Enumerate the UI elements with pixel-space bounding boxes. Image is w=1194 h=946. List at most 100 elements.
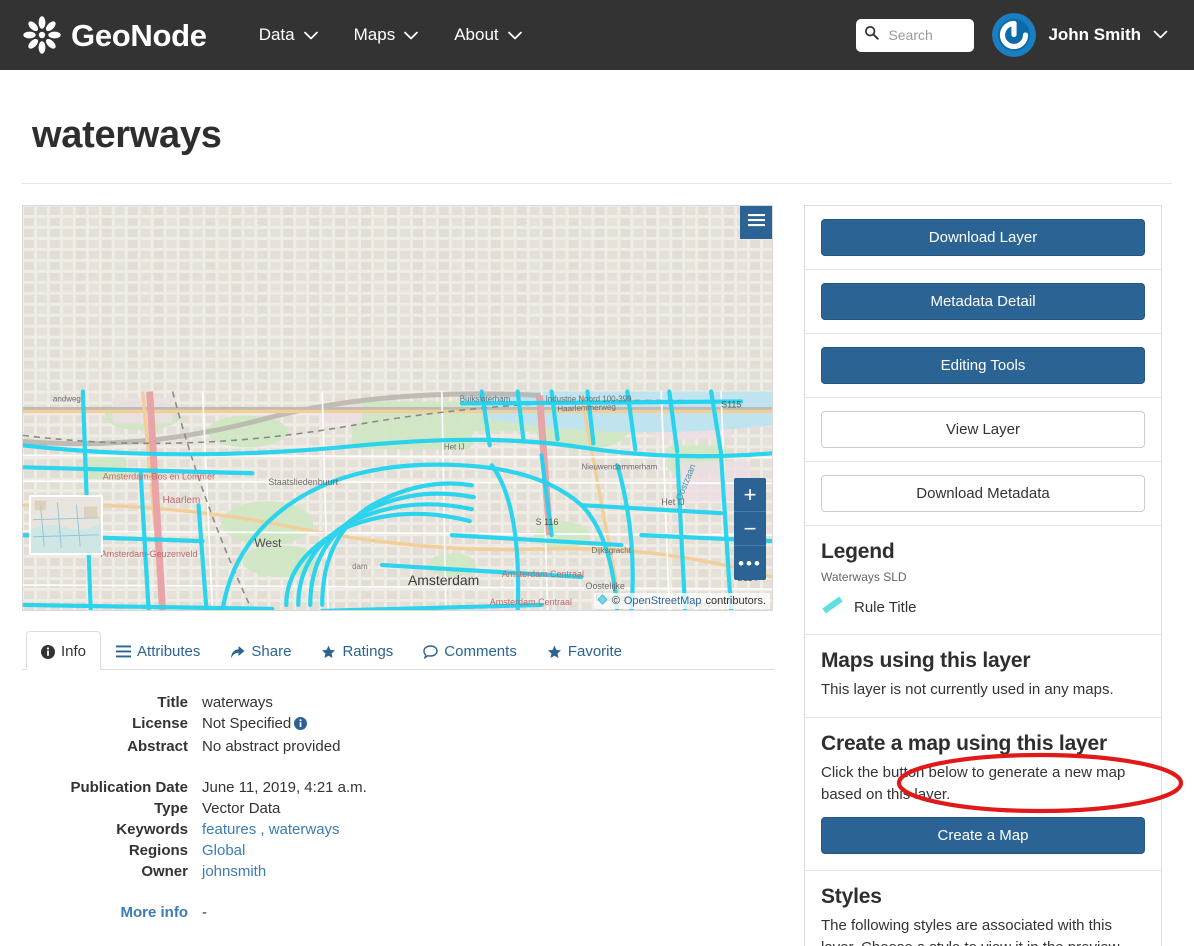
chevron-down-icon xyxy=(404,25,419,45)
legend-rule-label: Rule Title xyxy=(854,598,917,616)
sidebar-panel: Download Layer Metadata Detail Editing T… xyxy=(804,205,1162,946)
table-row: Keywords features , waterways xyxy=(22,819,367,840)
download-layer-block: Download Layer xyxy=(805,206,1161,270)
table-row: More info - xyxy=(22,902,367,923)
map-zoom-controls: + − ••• xyxy=(734,478,766,580)
zoom-out-button[interactable]: − xyxy=(734,512,766,546)
chevron-down-icon xyxy=(303,25,318,45)
share-icon xyxy=(230,645,245,659)
legend-rule-row: Rule Title xyxy=(821,596,1145,618)
svg-text:Amsterdam Centraal: Amsterdam Centraal xyxy=(502,569,584,579)
map-preview[interactable]: andweg Buiksloterham Industrie Noord 100… xyxy=(22,205,773,611)
info-value: No abstract provided xyxy=(202,738,341,755)
svg-text:Industrie Noord 100-399: Industrie Noord 100-399 xyxy=(546,394,633,403)
tab-comments[interactable]: Comments xyxy=(408,631,532,670)
user-avatar-icon xyxy=(992,13,1037,57)
spacer-row xyxy=(22,757,367,777)
maps-using-section: Maps using this layer This layer is not … xyxy=(805,635,1161,718)
svg-text:West: West xyxy=(254,536,282,550)
map-menu-button[interactable] xyxy=(740,206,772,239)
tab-favorite[interactable]: Favorite xyxy=(532,631,637,670)
content-row: andweg Buiksloterham Industrie Noord 100… xyxy=(22,184,1172,946)
maps-using-title: Maps using this layer xyxy=(821,649,1031,672)
nav-item-maps[interactable]: Maps xyxy=(336,15,437,55)
info-label: Keywords xyxy=(116,821,188,838)
svg-text:andweg: andweg xyxy=(53,394,81,403)
legend-subtitle: Waterways SLD xyxy=(821,570,907,584)
table-row: Regions Global xyxy=(22,840,367,861)
tab-attributes[interactable]: Attributes xyxy=(101,631,215,670)
info-value: Vector Data xyxy=(202,800,281,817)
nav-item-data[interactable]: Data xyxy=(241,15,336,55)
user-name-label: John Smith xyxy=(1048,25,1141,44)
tab-info[interactable]: Info xyxy=(26,631,102,670)
tab-ratings[interactable]: Ratings xyxy=(306,631,408,670)
tab-share[interactable]: Share xyxy=(215,631,306,670)
brand-logo-link[interactable]: GeoNode xyxy=(22,15,207,55)
table-row: Type Vector Data xyxy=(22,798,367,819)
tab-label: Comments xyxy=(444,643,517,660)
map-overview-inset[interactable] xyxy=(29,495,103,555)
map-more-options-button[interactable]: ••• xyxy=(734,546,766,580)
legend-section: Legend Waterways SLD Rule Title xyxy=(805,526,1161,635)
download-layer-button[interactable]: Download Layer xyxy=(821,219,1145,256)
user-menu[interactable]: John Smith xyxy=(992,13,1174,57)
more-info-toggle[interactable]: More info xyxy=(22,902,202,923)
tab-label: Info xyxy=(61,643,87,660)
page-container: waterways andweg Buiksloterham Industrie… xyxy=(0,114,1194,946)
nav-item-label: Maps xyxy=(353,25,396,44)
overview-thumbnail xyxy=(31,497,101,553)
attribution-suffix: contributors. xyxy=(705,595,766,607)
info-value-regions[interactable]: Global xyxy=(202,840,367,861)
info-label: Owner xyxy=(141,863,188,880)
openstreetmap-link[interactable]: OpenStreetMap xyxy=(624,595,702,607)
tab-label: Share xyxy=(251,643,292,660)
star-icon xyxy=(547,645,562,659)
table-row: Abstract No abstract provided xyxy=(22,736,367,757)
download-metadata-button[interactable]: Download Metadata xyxy=(821,475,1145,512)
metadata-detail-button[interactable]: Metadata Detail xyxy=(821,283,1145,320)
license-info-icon[interactable] xyxy=(294,717,308,734)
table-row: Publication Date June 11, 2019, 4:21 a.m… xyxy=(22,777,367,798)
table-row: Title waterways xyxy=(22,692,367,713)
svg-text:dam: dam xyxy=(352,562,368,571)
svg-text:Oostelijke: Oostelijke xyxy=(585,581,624,591)
license-text: Not Specified xyxy=(202,715,292,732)
view-layer-button[interactable]: View Layer xyxy=(821,411,1145,448)
svg-text:Amsterdam-Bos en Lommer: Amsterdam-Bos en Lommer xyxy=(103,471,215,481)
styles-text: The following styles are associated with… xyxy=(821,917,1119,946)
svg-text:Staatsliedenbuurt: Staatsliedenbuurt xyxy=(268,477,338,487)
styles-title: Styles xyxy=(821,885,882,909)
svg-text:Haarlem: Haarlem xyxy=(163,495,201,506)
right-sidebar: Download Layer Metadata Detail Editing T… xyxy=(804,205,1162,946)
geonode-flower-logo-icon xyxy=(22,15,62,55)
info-value: waterways xyxy=(202,694,273,711)
info-label: License xyxy=(132,715,188,732)
info-label: Title xyxy=(157,694,188,711)
nav-item-label: About xyxy=(454,25,499,44)
line-swatch-icon xyxy=(821,596,845,618)
list-icon xyxy=(116,645,132,658)
svg-text:Amsterdam-Geuzenveld: Amsterdam-Geuzenveld xyxy=(101,549,198,559)
info-value-keywords[interactable]: features , waterways xyxy=(202,819,367,840)
editing-tools-button[interactable]: Editing Tools xyxy=(821,347,1145,384)
info-value-owner[interactable]: johnsmith xyxy=(202,861,367,882)
chevron-down-icon xyxy=(1153,26,1168,44)
create-a-map-button[interactable]: Create a Map xyxy=(821,817,1145,855)
nav-item-label: Data xyxy=(258,25,295,44)
svg-text:Dijksgracht: Dijksgracht xyxy=(591,546,631,555)
info-label: Publication Date xyxy=(70,779,188,796)
create-map-text: Click the button below to generate a new… xyxy=(821,763,1126,803)
info-value-license: Not Specified xyxy=(202,713,367,736)
search-box[interactable] xyxy=(856,18,975,52)
search-icon xyxy=(864,25,880,45)
nav-item-about[interactable]: About xyxy=(436,15,539,55)
create-map-button-wrap: Create a Map xyxy=(821,817,1145,855)
search-input[interactable] xyxy=(886,26,967,44)
tab-label: Favorite xyxy=(567,643,623,660)
navbar-right: John Smith xyxy=(856,13,1174,57)
info-value: June 11, 2019, 4:21 a.m. xyxy=(202,779,367,796)
legend-title: Legend xyxy=(821,540,895,563)
zoom-in-button[interactable]: + xyxy=(734,478,766,512)
styles-section: Styles The following styles are associat… xyxy=(805,871,1161,946)
